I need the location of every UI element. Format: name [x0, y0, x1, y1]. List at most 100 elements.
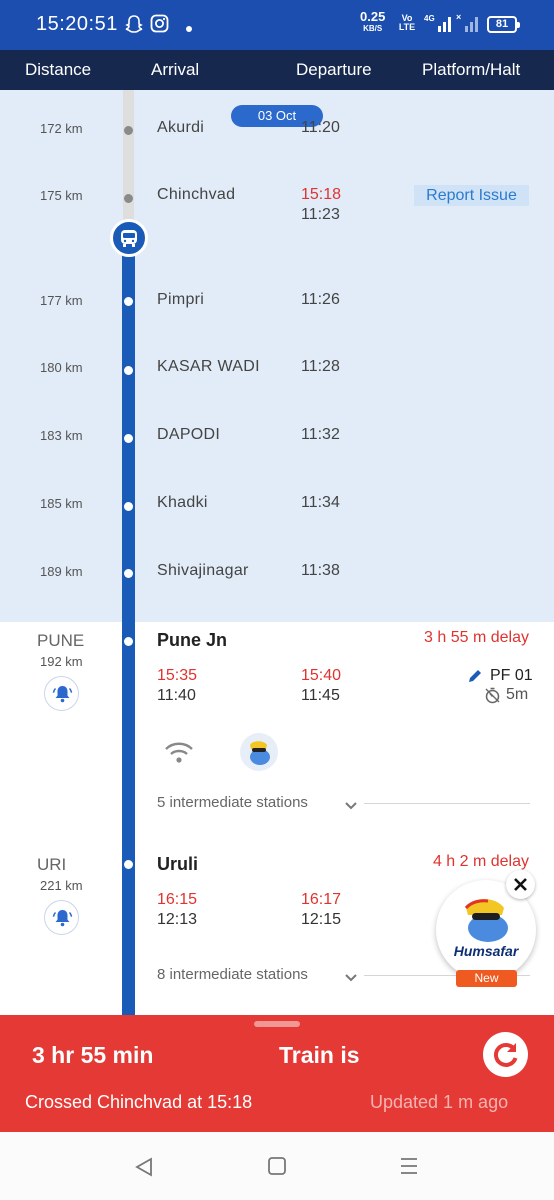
station-time: 11:26	[301, 291, 340, 308]
last-crossed-station: Crossed Chinchvad at 15:18	[25, 1092, 253, 1112]
station-distance: 189 km	[40, 564, 83, 579]
notification-dot-icon	[185, 20, 193, 38]
humsafar-mascot-icon[interactable]	[240, 733, 278, 771]
net-speed: 0.25 KB/S	[360, 9, 386, 33]
station-code: URI	[37, 855, 67, 874]
last-updated: Updated 1 m ago	[370, 1092, 509, 1112]
departure-times: 15:40 11:45	[301, 666, 341, 706]
divider	[364, 803, 530, 804]
edit-pencil-icon[interactable]	[466, 667, 484, 690]
wifi-icon	[164, 739, 194, 770]
station-name[interactable]: DAPODI	[157, 426, 220, 444]
station-dot	[124, 297, 133, 306]
station-name[interactable]: Pune Jn	[157, 630, 227, 651]
station-distance: 221 km	[40, 878, 83, 893]
arrival-times: 15:35 11:40	[157, 666, 197, 706]
station-distance: 192 km	[40, 654, 83, 669]
status-time: 15:20:51	[36, 13, 118, 35]
station-dot	[124, 194, 133, 203]
station-dot	[124, 860, 133, 869]
chevron-down-icon[interactable]	[344, 798, 358, 816]
status-panel[interactable]: 3 hr 55 min Train is Crossed Chinchvad a…	[0, 1015, 554, 1132]
station-time: 11:23	[301, 206, 340, 223]
station-time: 11:34	[301, 494, 340, 511]
station-dot	[124, 569, 133, 578]
refresh-icon	[493, 1043, 518, 1067]
departure-scheduled: 12:15	[301, 911, 342, 928]
station-dot	[124, 502, 133, 511]
snapchat-icon	[124, 14, 144, 39]
col-arrival: Arrival	[151, 60, 200, 79]
station-name[interactable]: Shivajinagar	[157, 562, 249, 580]
station-name[interactable]: KASAR WADI	[157, 358, 260, 376]
departure-scheduled: 11:45	[301, 687, 340, 704]
station-time: 11:32	[301, 426, 340, 443]
delay-text: 4 h 2 m delay	[432, 853, 529, 870]
refresh-button[interactable]	[483, 1032, 528, 1077]
station-distance: 175 km	[40, 188, 83, 203]
station-dot	[124, 126, 133, 135]
bell-icon	[52, 910, 73, 927]
station-name[interactable]: Khadki	[157, 494, 208, 512]
battery-indicator: 81	[487, 16, 520, 33]
col-departure: Departure	[296, 60, 372, 79]
total-delay: 3 hr 55 min	[32, 1042, 154, 1068]
station-dot	[124, 434, 133, 443]
intermediate-stations-toggle[interactable]: 5 intermediate stations	[157, 794, 308, 811]
alarm-button[interactable]	[44, 676, 79, 711]
platform-number: PF 01	[490, 667, 533, 684]
station-name[interactable]: Chinchvad	[157, 186, 235, 204]
volte-indicator: Vo LTE	[398, 13, 416, 32]
station-dot	[124, 366, 133, 375]
column-header: Distance Arrival Departure Platform/Halt	[0, 50, 554, 90]
station-distance: 185 km	[40, 496, 83, 511]
instagram-icon	[150, 14, 169, 38]
station-dot	[124, 637, 133, 646]
report-issue-button[interactable]: Report Issue	[414, 185, 529, 206]
halt-duration: 5m	[506, 686, 529, 703]
menu-icon[interactable]	[399, 1156, 419, 1181]
station-time: 11:28	[301, 358, 340, 375]
station-name[interactable]: Uruli	[157, 854, 198, 875]
track-passed	[123, 90, 134, 238]
chevron-down-icon[interactable]	[344, 970, 358, 988]
station-distance: 183 km	[40, 428, 83, 443]
system-nav-bar	[0, 1132, 554, 1200]
station-code: PUNE	[37, 631, 85, 650]
station-distance: 180 km	[40, 360, 83, 375]
arrival-actual: 15:35	[157, 667, 198, 684]
departure-actual: 15:40	[301, 667, 342, 684]
drag-handle[interactable]	[254, 1021, 300, 1027]
station-time: 11:38	[301, 562, 340, 579]
departure-times: 16:17 12:15	[301, 890, 341, 930]
train-position-icon[interactable]	[110, 219, 148, 257]
svg-text:4G: 4G	[424, 14, 435, 23]
close-humsafar-button[interactable]	[506, 870, 535, 899]
arrival-scheduled: 11:40	[157, 687, 196, 704]
status-bar: 15:20:51 0.25 KB/S Vo LTE 4G × 81	[0, 0, 554, 50]
station-distance: 172 km	[40, 121, 83, 136]
departure-actual: 16:17	[301, 891, 342, 908]
stopwatch-icon	[484, 687, 501, 709]
station-distance: 177 km	[40, 293, 83, 308]
intermediate-stations-toggle[interactable]: 8 intermediate stations	[157, 966, 308, 983]
station-actual-time: 15:18	[301, 186, 342, 203]
arrival-times: 16:15 12:13	[157, 890, 197, 930]
signal-4g-icon: 4G	[424, 12, 454, 39]
track-upcoming	[122, 238, 135, 1018]
train-status-marquee: Train is	[279, 1042, 359, 1068]
passed-stations-zone	[0, 90, 554, 622]
back-icon[interactable]	[133, 1156, 155, 1183]
delay-text: 3 h 55 m delay	[424, 629, 529, 646]
col-distance: Distance	[25, 60, 92, 79]
home-icon[interactable]	[267, 1156, 287, 1181]
col-platform: Platform/Halt	[422, 60, 521, 79]
station-time: 11:20	[301, 119, 340, 136]
new-badge: New	[456, 970, 517, 987]
station-name[interactable]: Pimpri	[157, 291, 204, 309]
signal-empty-icon: ×	[456, 12, 482, 39]
arrival-scheduled: 12:13	[157, 911, 198, 928]
station-name[interactable]: Akurdi	[157, 119, 204, 137]
alarm-button[interactable]	[44, 900, 79, 935]
humsafar-label: Humsafar	[453, 943, 519, 959]
